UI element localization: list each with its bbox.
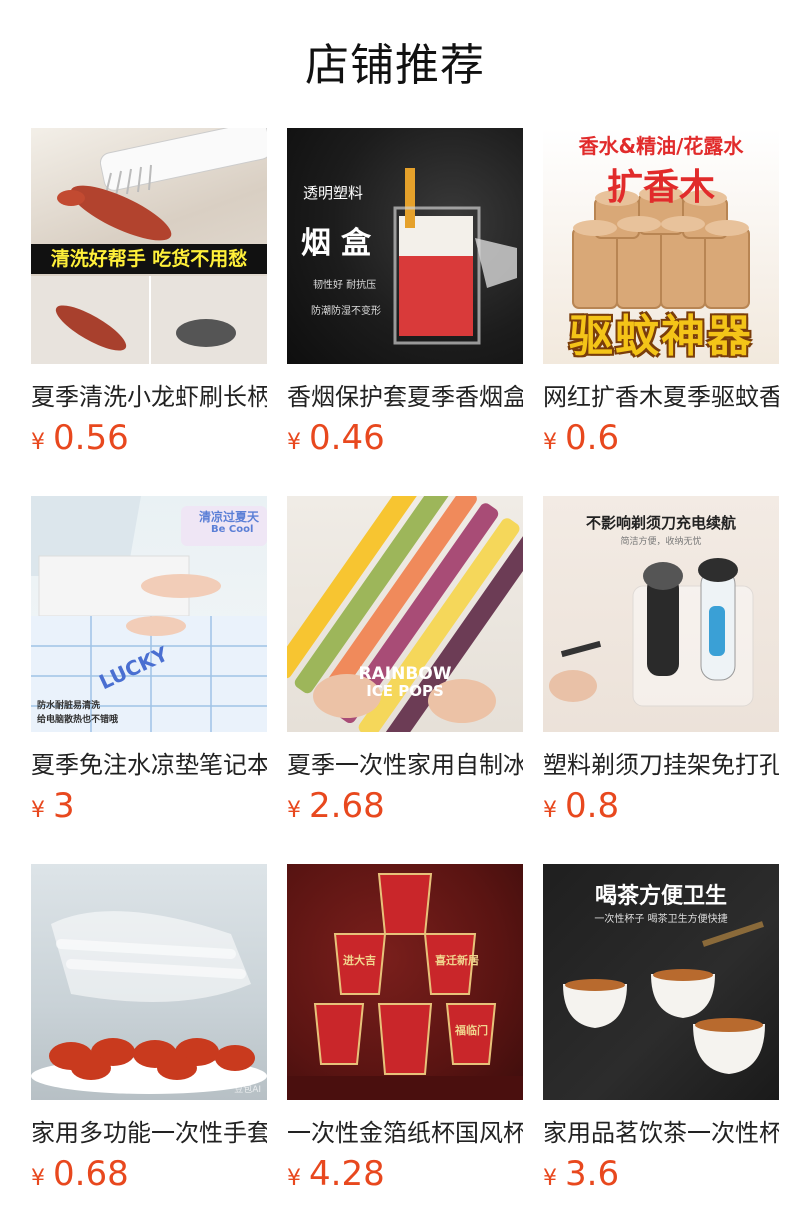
product-image[interactable]: 喜迁新居 进大吉 福临门 <box>287 864 523 1100</box>
currency-symbol: ¥ <box>287 430 301 455</box>
product-name[interactable]: 网红扩香木夏季驱蚊香 <box>543 380 779 414</box>
image-caption: 烟盒 <box>301 226 381 261</box>
image-caption: 透明塑料 <box>303 184 364 202</box>
price-value: 3 <box>53 786 75 826</box>
image-caption: 豆包AI <box>234 1085 261 1095</box>
product-name[interactable]: 香烟保护套夏季香烟盒 <box>287 380 523 414</box>
product-image[interactable]: 透明塑料 烟盒 韧性好 耐抗压 防潮防湿不变形 <box>287 128 523 364</box>
product-price: ¥0.46 <box>287 418 385 458</box>
currency-symbol: ¥ <box>287 798 301 823</box>
product-image[interactable]: 不影响剃须刀充电续航 简洁方便，收纳无忧 <box>543 496 779 732</box>
image-caption: 简洁方便，收纳无忧 <box>620 537 702 547</box>
paper-cups-illustration <box>287 873 523 1100</box>
price-value: 4.28 <box>309 1154 385 1194</box>
image-caption: 防潮防湿不变形 <box>311 306 381 317</box>
image-caption: 进大吉 <box>343 954 376 967</box>
image-caption: 不影响剃须刀充电续航 <box>585 514 736 532</box>
image-caption: RAINBOW <box>358 664 452 684</box>
product-price: ¥4.28 <box>287 1154 385 1194</box>
product-card[interactable]: 喜迁新居 进大吉 福临门 一次性金箔纸杯国风杯 ¥4.28 <box>287 864 523 1204</box>
product-price: ¥0.56 <box>31 418 129 458</box>
image-caption: ICE POPS <box>366 682 444 700</box>
price-value: 3.6 <box>565 1154 620 1194</box>
currency-symbol: ¥ <box>31 1166 45 1191</box>
product-price: ¥0.8 <box>543 786 619 826</box>
image-caption: 喝茶方便卫生 <box>594 884 727 909</box>
product-price: ¥3.6 <box>543 1154 619 1194</box>
glove-crayfish-illustration <box>31 911 267 1094</box>
image-caption: 清凉过夏天 <box>199 510 260 524</box>
price-value: 0.6 <box>565 418 620 458</box>
currency-symbol: ¥ <box>31 430 45 455</box>
product-card[interactable]: 喝茶方便卫生 一次性杯子 喝茶卫生方便快捷 家用品茗饮茶一次性杯 ¥3.6 <box>543 864 779 1204</box>
product-name[interactable]: 夏季免注水凉垫笔记本 <box>31 748 267 782</box>
currency-symbol: ¥ <box>543 1166 557 1191</box>
product-card[interactable]: 不影响剃须刀充电续航 简洁方便，收纳无忧 塑料剃须刀挂架免打孔 ¥0.8 <box>543 496 779 836</box>
product-price: ¥0.6 <box>543 418 619 458</box>
product-name[interactable]: 家用品茗饮茶一次性杯 <box>543 1116 779 1150</box>
product-image[interactable]: RAINBOW ICE POPS <box>287 496 523 732</box>
product-image[interactable]: 清凉过夏天 Be Cool LUCKY 防水耐脏易清洗 给电脑散热也不错哦 <box>31 496 267 732</box>
image-caption: 香水&精油/花露水 <box>578 134 744 158</box>
image-caption: 给电脑散热也不错哦 <box>37 715 119 725</box>
section-title: 店铺推荐 <box>305 40 485 91</box>
image-caption: 韧性好 耐抗压 <box>313 280 377 291</box>
product-name[interactable]: 塑料剃须刀挂架免打孔 <box>543 748 779 782</box>
product-name[interactable]: 一次性金箔纸杯国风杯 <box>287 1116 523 1150</box>
product-image[interactable]: 喝茶方便卫生 一次性杯子 喝茶卫生方便快捷 <box>543 864 779 1100</box>
product-name[interactable]: 夏季清洗小龙虾刷长柄 <box>31 380 267 414</box>
product-price: ¥2.68 <box>287 786 385 826</box>
image-caption: 防水耐脏易清洗 <box>37 701 101 711</box>
image-caption: 福临门 <box>455 1024 488 1037</box>
price-value: 0.46 <box>309 418 385 458</box>
product-card[interactable]: 豆包AI 家用多功能一次性手套 ¥0.68 <box>31 864 267 1204</box>
product-image[interactable]: 豆包AI <box>31 864 267 1100</box>
product-card[interactable]: 透明塑料 烟盒 韧性好 耐抗压 防潮防湿不变形 香烟保护套夏季香烟盒 ¥0.46 <box>287 128 523 468</box>
currency-symbol: ¥ <box>287 1166 301 1191</box>
product-card[interactable]: 清凉过夏天 Be Cool LUCKY 防水耐脏易清洗 给电脑散热也不错哦 夏季… <box>31 496 267 836</box>
currency-symbol: ¥ <box>543 798 557 823</box>
product-name[interactable]: 夏季一次性家用自制冰 <box>287 748 523 782</box>
price-value: 0.68 <box>53 1154 129 1194</box>
product-image[interactable]: 清洗好帮手 吃货不用愁 <box>31 128 267 364</box>
image-caption: 驱蚊神器 <box>569 311 753 362</box>
image-caption: 清洗好帮手 吃货不用愁 <box>31 244 267 274</box>
product-name[interactable]: 家用多功能一次性手套 <box>31 1116 267 1150</box>
image-caption: Be Cool <box>211 524 254 535</box>
price-value: 0.56 <box>53 418 129 458</box>
image-caption: 扩香木 <box>606 167 715 208</box>
product-card[interactable]: 香水&精油/花露水 扩香木 驱蚊神器 网红扩香木夏季驱蚊香 ¥0.6 <box>543 128 779 468</box>
image-caption: 一次性杯子 喝茶卫生方便快捷 <box>594 914 728 925</box>
currency-symbol: ¥ <box>31 798 45 823</box>
product-price: ¥0.68 <box>31 1154 129 1194</box>
image-caption: 喜迁新居 <box>435 954 479 967</box>
price-value: 0.8 <box>565 786 620 826</box>
currency-symbol: ¥ <box>543 430 557 455</box>
price-value: 2.68 <box>309 786 385 826</box>
product-card[interactable]: 清洗好帮手 吃货不用愁 夏季清洗小龙虾刷长柄 ¥0.56 <box>31 128 267 468</box>
product-image[interactable]: 香水&精油/花露水 扩香木 驱蚊神器 <box>543 128 779 364</box>
product-price: ¥3 <box>31 786 75 826</box>
product-card[interactable]: RAINBOW ICE POPS 夏季一次性家用自制冰 ¥2.68 <box>287 496 523 836</box>
